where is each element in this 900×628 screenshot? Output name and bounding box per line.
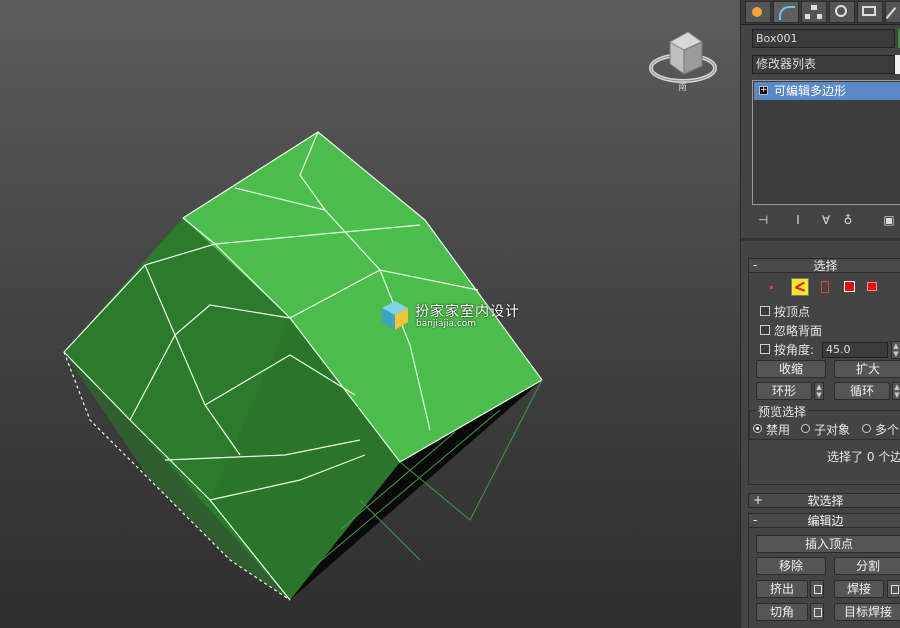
insert-vertex-button[interactable]: 插入顶点 <box>756 535 900 553</box>
edit-edges-rollout-header[interactable]: - 编辑边 <box>748 513 900 528</box>
element-mode-icon[interactable] <box>864 278 882 296</box>
edge-mode-icon[interactable] <box>791 278 809 296</box>
vertex-mode-icon[interactable] <box>766 278 784 296</box>
modifier-stack[interactable]: + 可编辑多边形 <box>752 80 900 205</box>
loop-spinner[interactable]: ▲ ▼ <box>892 382 900 400</box>
modifier-list-dropdown[interactable]: 修改器列表 <box>752 55 895 74</box>
preview-multiple-label: 多个 <box>875 423 900 437</box>
extrude-button[interactable]: 挤出 <box>756 580 808 598</box>
object-name-field[interactable]: Box001 <box>752 29 895 48</box>
selection-rollout-border <box>748 257 749 485</box>
remove-modifier-icon[interactable]: ♁ <box>839 210 857 230</box>
by-vertex-checkbox[interactable] <box>760 306 770 316</box>
pin-stack-icon[interactable]: ⊣ <box>754 210 772 230</box>
stack-item-label: 可编辑多边形 <box>774 84 847 98</box>
angle-value-field[interactable]: 45.0 <box>822 342 888 358</box>
selection-rollout-bottom <box>748 484 900 485</box>
soft-selection-title: 软选择 <box>807 494 844 508</box>
display-tab-icon[interactable] <box>857 1 883 23</box>
motion-tab-icon[interactable] <box>829 1 855 23</box>
loop-button[interactable]: 循环 <box>834 382 890 400</box>
by-angle-checkbox[interactable] <box>760 344 770 354</box>
preview-subobject-label: 子对象 <box>814 423 851 437</box>
modify-tab-icon[interactable] <box>773 1 799 23</box>
preview-disabled-label: 禁用 <box>766 423 791 437</box>
make-unique-icon[interactable]: ∀ <box>817 210 835 230</box>
remove-button[interactable]: 移除 <box>756 557 826 575</box>
utilities-tab-icon[interactable] <box>885 1 900 23</box>
panel-divider <box>741 238 900 241</box>
command-panel-tabs <box>741 0 900 25</box>
selection-rollout-header[interactable]: - 选择 <box>748 258 900 273</box>
watermark-text: 扮家家室内设计 <box>415 304 520 320</box>
weld-button[interactable]: 焊接 <box>834 580 884 598</box>
viewport-scene: 南 <box>63 31 717 601</box>
modifier-list-arrow[interactable] <box>895 55 900 74</box>
ignore-backfacing-label: 忽略背面 <box>774 324 823 338</box>
edit-edges-rollout-border <box>748 512 749 628</box>
watermark-url: banjiajia.com <box>416 319 477 329</box>
target-weld-button[interactable]: 目标焊接 <box>834 603 900 621</box>
edit-edges-title: 编辑边 <box>807 514 844 528</box>
preview-selection-title: 预览选择 <box>756 403 809 420</box>
show-end-result-icon[interactable]: Ⅰ <box>789 210 807 230</box>
perspective-viewport[interactable]: 南 扮家家室内设计 banjiajia.com <box>0 0 740 628</box>
stack-item-editable-poly[interactable]: + 可编辑多边形 <box>754 82 900 100</box>
preview-subobject-radio[interactable] <box>801 424 810 433</box>
weld-settings-icon[interactable] <box>887 580 900 598</box>
editable-poly-cube[interactable] <box>63 131 543 601</box>
preview-disabled-radio[interactable] <box>753 424 762 433</box>
create-tab-icon[interactable] <box>745 1 771 23</box>
hierarchy-tab-icon[interactable] <box>801 1 827 23</box>
extrude-settings-icon[interactable] <box>810 580 824 598</box>
ring-button[interactable]: 环形 <box>756 382 812 400</box>
soft-selection-rollout-header[interactable]: + 软选择 <box>748 493 900 508</box>
chamfer-settings-icon[interactable] <box>810 603 824 621</box>
polygon-mode-icon[interactable] <box>841 278 859 296</box>
by-vertex-label: 按顶点 <box>774 305 811 319</box>
ignore-backfacing-checkbox[interactable] <box>760 325 770 335</box>
shrink-button[interactable]: 收缩 <box>756 360 826 378</box>
configure-modifier-sets-icon[interactable]: ▣ <box>879 210 899 230</box>
by-angle-label: 按角度: <box>774 343 815 357</box>
angle-spinner[interactable]: ▲ ▼ <box>891 341 900 359</box>
border-mode-icon[interactable] <box>816 278 834 296</box>
chamfer-button[interactable]: 切角 <box>756 603 808 621</box>
preview-multiple-radio[interactable] <box>862 424 871 433</box>
split-button[interactable]: 分割 <box>834 557 900 575</box>
command-panel: Box001 修改器列表 + 可编辑多边形 ⊣ Ⅰ ∀ ♁ ▣ - 选择 按顶点… <box>740 0 900 628</box>
selection-rollout-title: 选择 <box>813 259 838 273</box>
svg-text:南: 南 <box>678 81 687 93</box>
stack-expand-icon[interactable]: + <box>759 86 768 95</box>
ring-spinner[interactable]: ▲ ▼ <box>814 382 824 400</box>
selection-status: 选择了 0 个边 <box>827 450 900 464</box>
grow-button[interactable]: 扩大 <box>834 360 900 378</box>
viewcube-icon[interactable]: 南 <box>649 31 717 93</box>
